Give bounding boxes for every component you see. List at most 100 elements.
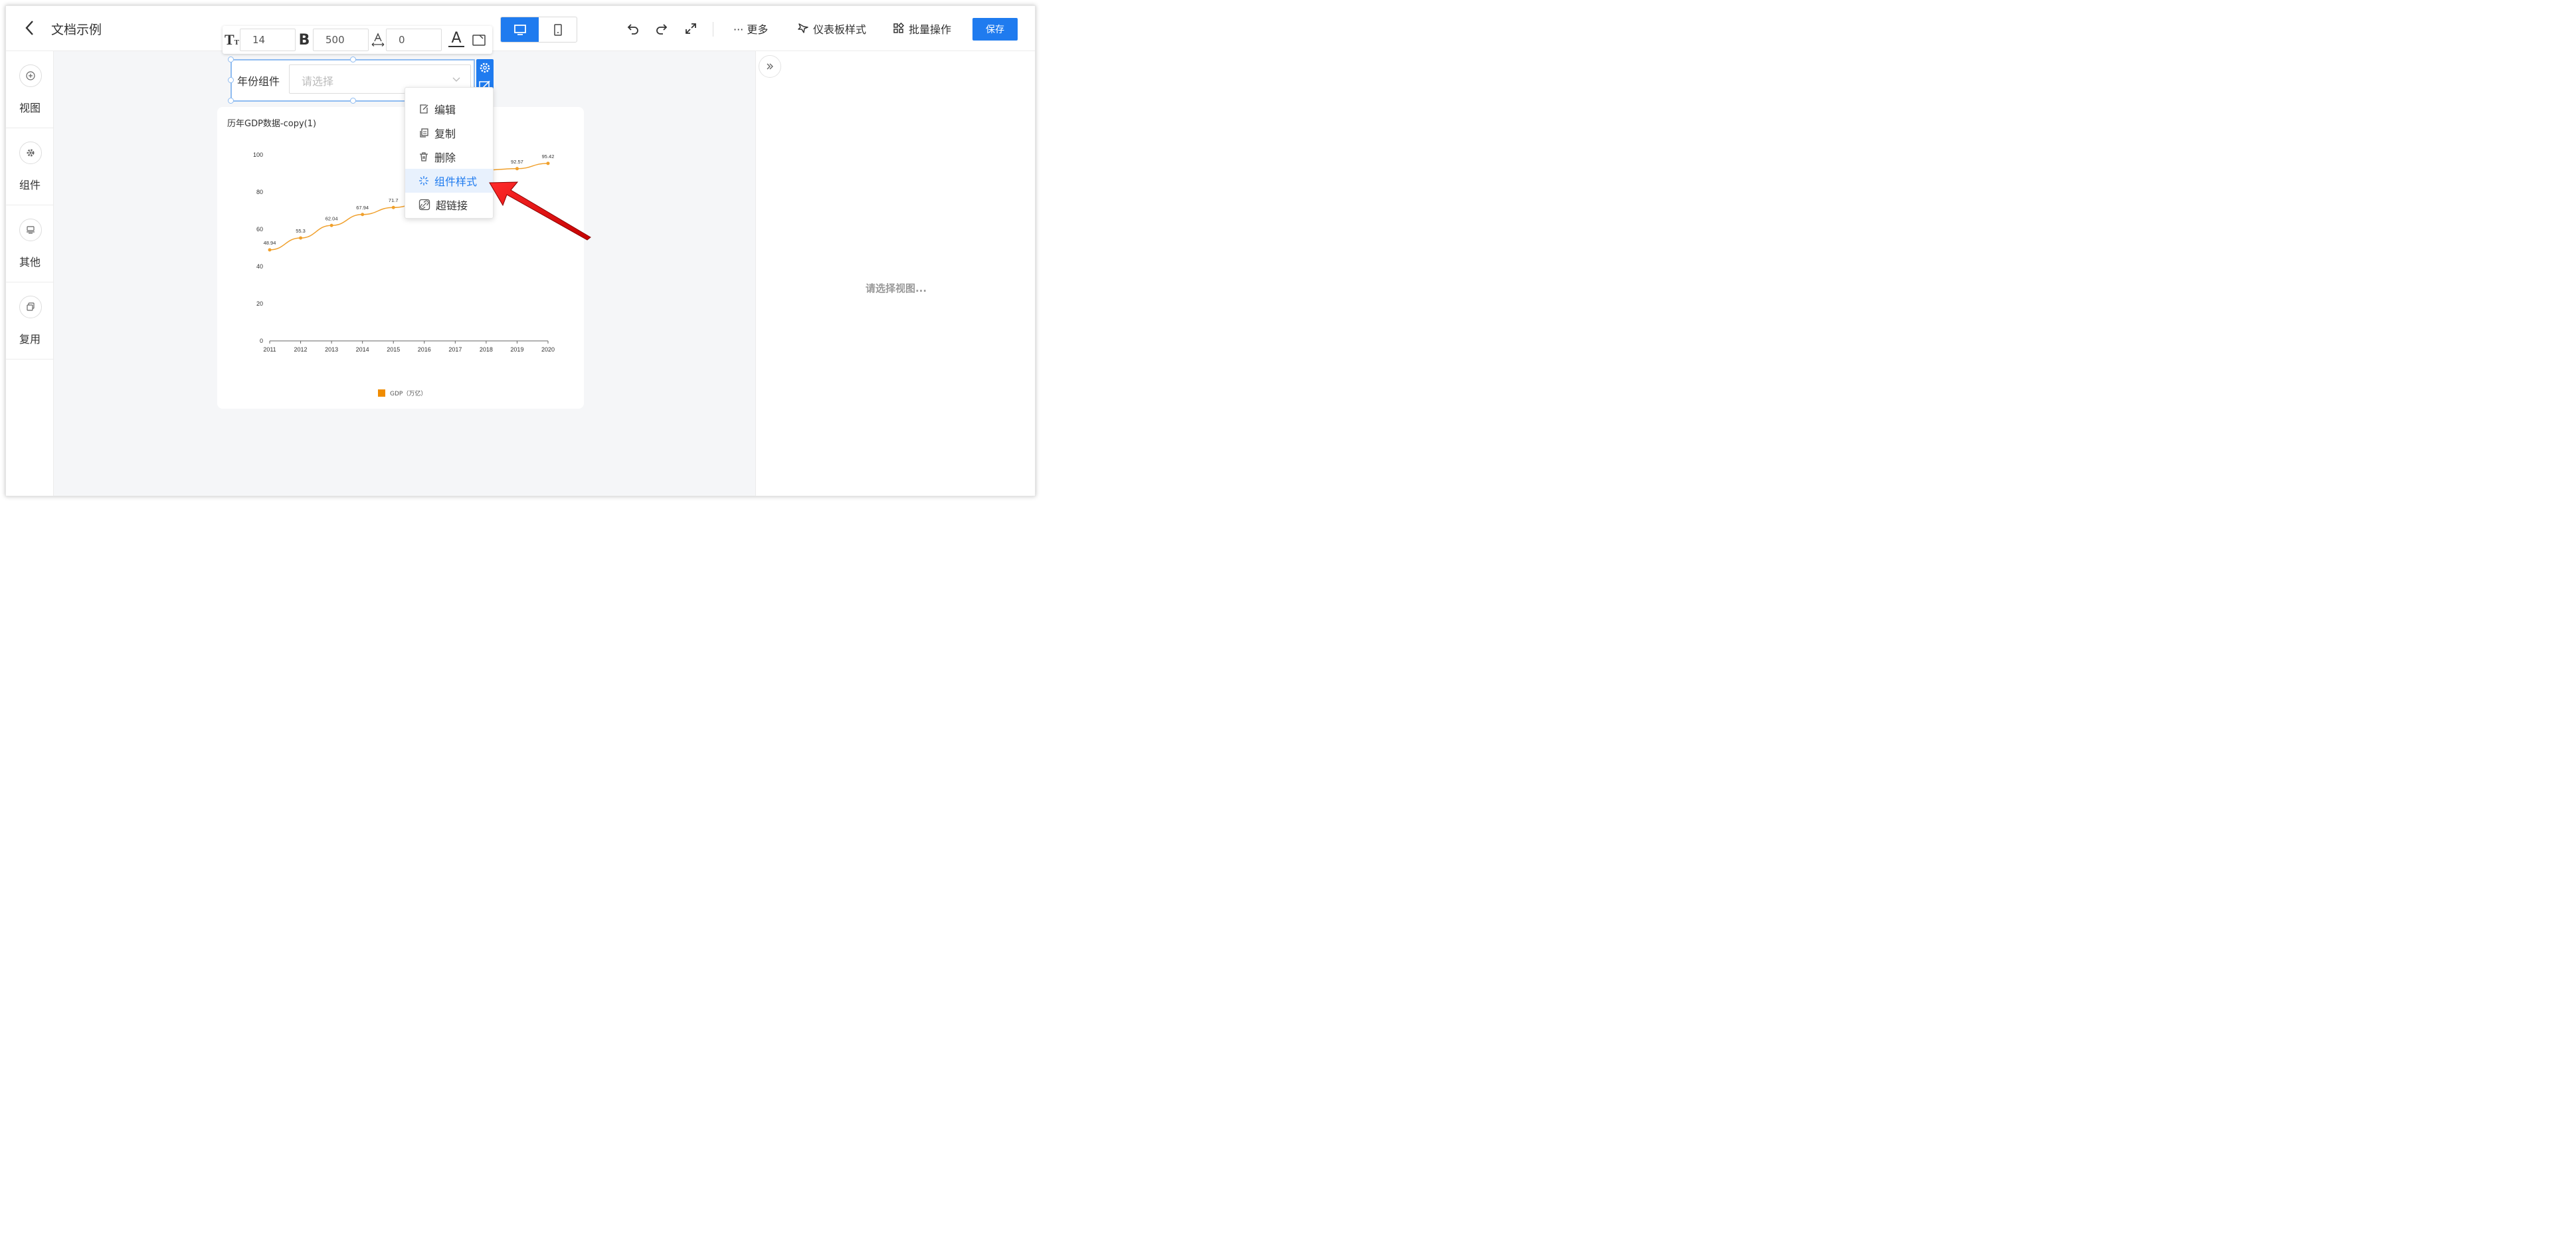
bold-icon: B <box>298 31 310 49</box>
sidebar-item-reuse[interactable]: 复用 <box>6 282 54 360</box>
x-tick-label: 2015 <box>387 346 400 353</box>
grid-icon <box>893 23 905 33</box>
sidebar-item-label: 视图 <box>19 102 41 114</box>
menu-item-component-style[interactable]: 组件样式 <box>405 169 493 193</box>
x-tick-label: 2020 <box>541 346 555 353</box>
settings-gear-icon[interactable] <box>476 59 494 76</box>
dashboard-style-label: 仪表板样式 <box>813 23 867 36</box>
x-tick-label: 2018 <box>480 346 493 353</box>
resize-handle[interactable] <box>228 98 234 104</box>
sidebar-item-label: 其他 <box>19 256 41 268</box>
year-widget-label: 年份组件 <box>237 75 280 88</box>
year-select-placeholder: 请选择 <box>302 75 334 88</box>
data-point <box>268 248 272 252</box>
top-header: 文档示例 ··· 更多 仪表板样式 批量操作 保存 <box>6 6 1035 51</box>
save-button[interactable]: 保存 <box>972 18 1018 41</box>
menu-item-label: 超链接 <box>436 199 468 212</box>
undo-icon <box>627 24 638 35</box>
sidebar-item-label: 组件 <box>19 179 41 191</box>
menu-item-label: 复制 <box>434 128 456 140</box>
widget-context-menu: 编辑 复制 删除 组件样式 超链接 <box>405 87 494 219</box>
data-label: 62.04 <box>325 215 338 221</box>
menu-item-duplicate[interactable]: 复制 <box>405 121 493 145</box>
undo-button[interactable] <box>625 21 641 37</box>
font-color-icon[interactable]: A <box>448 30 464 47</box>
desktop-mode-button[interactable] <box>501 17 539 42</box>
data-point <box>515 167 519 171</box>
edit-icon <box>420 104 428 114</box>
menu-item-edit[interactable]: 编辑 <box>405 97 493 121</box>
app-window: 文档示例 ··· 更多 仪表板样式 批量操作 保存 视图 组件 其他 复用 请选… <box>5 5 1036 496</box>
sidebar-item-component[interactable]: 组件 <box>6 128 54 205</box>
phone-icon <box>553 23 562 36</box>
plus-circle-icon <box>19 64 42 87</box>
device-mode-switch <box>500 17 577 43</box>
x-tick-label: 2012 <box>294 346 308 353</box>
x-tick-label: 2013 <box>325 346 338 353</box>
data-point <box>299 236 303 240</box>
sidebar-item-other[interactable]: 其他 <box>6 205 54 282</box>
x-tick-label: 2011 <box>263 346 276 353</box>
fullscreen-button[interactable] <box>683 21 699 37</box>
dashboard-style-button[interactable]: 仪表板样式 <box>797 21 866 37</box>
letter-spacing-icon <box>370 30 386 50</box>
data-label: 95.42 <box>542 154 555 159</box>
y-tick-label: 80 <box>256 189 263 195</box>
legend-label: GDP（万亿） <box>390 389 426 397</box>
menu-item-label: 删除 <box>434 152 456 164</box>
batch-operation-label: 批量操作 <box>909 23 952 36</box>
font-weight-input[interactable]: 500 <box>313 29 369 51</box>
sidebar-item-view[interactable]: 视图 <box>6 51 54 128</box>
chevron-down-icon <box>452 77 460 82</box>
background-color-button[interactable] <box>471 30 487 50</box>
duplicate-icon <box>420 128 428 138</box>
x-tick-label: 2014 <box>356 346 369 353</box>
data-point <box>361 213 365 217</box>
y-tick-label: 0 <box>260 338 263 344</box>
resize-handle[interactable] <box>228 77 234 83</box>
more-label: ··· 更多 <box>733 23 769 36</box>
y-tick-label: 100 <box>253 152 263 158</box>
resize-handle[interactable] <box>228 56 234 62</box>
data-point <box>329 223 333 227</box>
stamp-icon <box>19 219 42 241</box>
data-label: 92.57 <box>511 159 523 165</box>
data-point <box>391 205 395 209</box>
x-tick-label: 2017 <box>448 346 462 353</box>
x-tick-label: 2019 <box>510 346 523 353</box>
sparkle-icon <box>419 176 428 185</box>
copy-icon <box>19 296 42 318</box>
chart-card[interactable]: 历年GDP数据-copy(1) 0 20 40 60 80 100 2011 2012 2013… <box>217 107 584 409</box>
back-button[interactable] <box>23 19 37 37</box>
x-tick-label: 2016 <box>418 346 431 353</box>
resize-handle[interactable] <box>350 98 356 104</box>
collapse-panel-button[interactable] <box>759 55 781 78</box>
gdp-line-chart: 0 20 40 60 80 100 2011 2012 2013 2014 2015 2016 2017… <box>253 152 555 397</box>
menu-item-delete[interactable]: 删除 <box>405 145 493 169</box>
background-icon <box>472 35 486 46</box>
data-label: 71.7 <box>389 197 399 203</box>
sidebar-item-label: 复用 <box>19 333 41 346</box>
link-icon <box>418 199 430 211</box>
gear-icon <box>19 142 42 164</box>
text-style-toolbar: TT 14 B 500 0 A <box>223 26 492 54</box>
redo-button[interactable] <box>654 21 670 37</box>
batch-operation-button[interactable]: 批量操作 <box>893 21 951 37</box>
menu-item-hyperlink[interactable]: 超链接 <box>405 193 493 217</box>
left-sidebar: 视图 组件 其他 复用 <box>6 51 54 496</box>
page-title: 文档示例 <box>51 23 102 37</box>
redo-icon <box>656 24 668 35</box>
chevron-left-icon <box>25 21 33 35</box>
letter-spacing-input[interactable]: 0 <box>386 29 442 51</box>
data-label: 48.94 <box>264 240 276 246</box>
more-button[interactable]: ··· 更多 <box>733 21 768 37</box>
trash-icon <box>420 152 428 161</box>
mobile-mode-button[interactable] <box>539 17 577 42</box>
menu-item-label: 编辑 <box>434 104 456 116</box>
data-label: 55.3 <box>296 228 306 234</box>
font-size-input[interactable]: 14 <box>240 29 296 51</box>
property-panel: 请选择视图... <box>755 51 1035 496</box>
magic-wand-icon <box>798 23 808 33</box>
resize-handle[interactable] <box>350 56 356 62</box>
data-point <box>546 161 550 165</box>
